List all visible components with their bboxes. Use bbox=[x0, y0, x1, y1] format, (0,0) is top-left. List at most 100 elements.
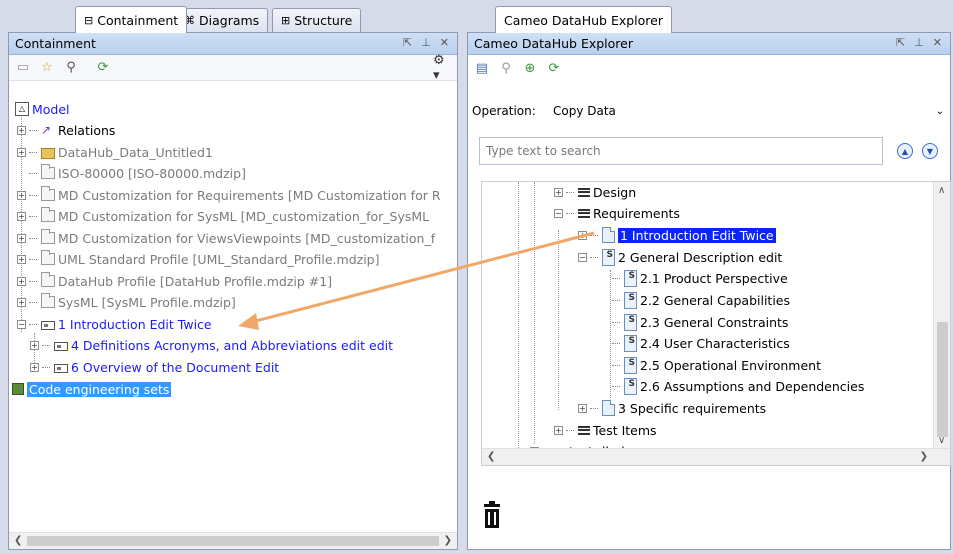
tree-item-code-engineering[interactable]: Code engineering sets bbox=[12, 379, 172, 399]
settings-gear-icon[interactable]: ⚙ ▾ bbox=[433, 53, 449, 83]
tab-diagrams[interactable]: ⌘ Diagrams bbox=[175, 8, 269, 32]
expand-toggle[interactable]: + bbox=[17, 276, 26, 286]
tree-item-uml-standard[interactable]: + UML Standard Profile [UML_Standard_Pro… bbox=[17, 249, 380, 269]
explorer-item-2-6[interactable]: S 2.6 Assumptions and Dependencies bbox=[612, 376, 864, 396]
explorer-item-specific[interactable]: + 3 Specific requirements bbox=[578, 398, 766, 418]
collapse-toggle[interactable]: − bbox=[554, 208, 563, 218]
scroll-left-icon[interactable]: ❮ bbox=[487, 451, 495, 462]
search-icon[interactable]: ⚲ bbox=[63, 60, 79, 76]
expand-toggle[interactable]: + bbox=[17, 211, 26, 221]
scroll-up-icon[interactable]: ∧ bbox=[938, 185, 945, 196]
tree-item-md-sysml[interactable]: + MD Customization for SysML [MD_customi… bbox=[17, 206, 429, 226]
tree-connector bbox=[29, 237, 37, 239]
expand-toggle[interactable]: + bbox=[578, 403, 587, 413]
tree-guide-line bbox=[534, 182, 535, 444]
tree-item-definitions[interactable]: + 4 Definitions Acronyms, and Abbreviati… bbox=[30, 335, 393, 355]
tab-containment[interactable]: ⊟ Containment bbox=[75, 6, 188, 33]
tree-connector bbox=[29, 280, 37, 282]
tree-item-md-views[interactable]: + MD Customization for ViewsViewpoints [… bbox=[17, 228, 435, 248]
explorer-item-requirements[interactable]: − Requirements bbox=[554, 203, 680, 223]
explorer-item-label: 2 General Description edit bbox=[618, 249, 783, 265]
search-previous-icon[interactable]: ▲ bbox=[897, 143, 913, 159]
explorer-item-2-1[interactable]: S 2.1 Product Perspective bbox=[612, 268, 788, 288]
search-placeholder: Type text to search bbox=[486, 144, 601, 158]
explorer-item-2-5[interactable]: S 2.5 Operational Environment bbox=[612, 355, 821, 375]
sync-icon[interactable]: ⟳ bbox=[546, 60, 562, 76]
undock-icon[interactable]: ⇱ bbox=[896, 36, 905, 49]
explorer-item-2-3[interactable]: S 2.3 General Constraints bbox=[612, 312, 788, 332]
database-icon[interactable]: ▤ bbox=[474, 60, 490, 76]
package-icon bbox=[41, 207, 55, 222]
close-icon[interactable]: ✕ bbox=[933, 36, 942, 49]
expand-toggle[interactable]: + bbox=[17, 254, 26, 264]
search-input[interactable]: Type text to search bbox=[479, 137, 883, 165]
expand-toggle[interactable]: + bbox=[554, 425, 563, 435]
tab-structure[interactable]: ⊞ Structure bbox=[272, 8, 362, 32]
collapse-toggle[interactable]: − bbox=[17, 319, 26, 329]
expand-toggle[interactable]: + bbox=[17, 147, 26, 157]
tab-label: Cameo DataHub Explorer bbox=[504, 12, 663, 28]
explorer-tree-area: + Design − Requirements + 1 Introduction… bbox=[481, 181, 951, 466]
expand-toggle[interactable]: + bbox=[554, 187, 563, 197]
scroll-right-icon[interactable]: ❯ bbox=[920, 451, 928, 462]
add-icon[interactable]: ⊕ bbox=[522, 60, 538, 76]
expand-toggle[interactable]: + bbox=[17, 190, 26, 200]
containment-hscrollbar[interactable]: ❮ ❯ bbox=[9, 532, 457, 549]
tree-connector bbox=[29, 323, 37, 325]
scroll-down-icon[interactable]: ∨ bbox=[938, 435, 945, 446]
explorer-hscrollbar[interactable]: ❮ ❯ bbox=[482, 448, 950, 465]
explorer-item-general-description[interactable]: − S 2 General Description edit bbox=[578, 247, 782, 267]
list-icon bbox=[578, 425, 590, 435]
tree-item-datahub-data[interactable]: + DataHub_Data_Untitled1 bbox=[17, 142, 213, 162]
pin-icon[interactable]: ⊥ bbox=[421, 36, 431, 49]
explorer-item-2-4[interactable]: S 2.4 User Characteristics bbox=[612, 333, 790, 353]
tab-datahub-explorer[interactable]: Cameo DataHub Explorer bbox=[495, 6, 672, 33]
collapse-toggle[interactable]: − bbox=[578, 252, 587, 262]
panel-title: Containment bbox=[15, 36, 96, 51]
scroll-thumb[interactable] bbox=[27, 536, 439, 546]
scroll-right-icon[interactable]: ❯ bbox=[444, 535, 452, 546]
containment-panel: Containment ⇱ ⊥ ✕ ▭ ☆ ⚲ ⟳ ⚙ ▾ △ Model + … bbox=[8, 32, 458, 550]
requirement-icon bbox=[54, 341, 68, 351]
star-icon[interactable]: ☆ bbox=[39, 60, 55, 76]
pin-icon[interactable]: ⊥ bbox=[914, 36, 924, 49]
explorer-item-design[interactable]: + Design bbox=[554, 182, 636, 202]
scroll-thumb[interactable] bbox=[937, 322, 948, 437]
tree-item-datahub-profile[interactable]: + DataHub Profile [DataHub Profile.mdzip… bbox=[17, 271, 332, 291]
explorer-item-test-items[interactable]: + Test Items bbox=[554, 420, 657, 440]
tree-connector bbox=[29, 215, 37, 217]
tree-item-sysml[interactable]: + SysML [SysML Profile.mdzip] bbox=[17, 292, 236, 312]
explorer-vscrollbar[interactable]: ∧ ∨ bbox=[933, 182, 950, 448]
expand-toggle[interactable]: + bbox=[578, 230, 587, 240]
sync-icon[interactable]: ⟳ bbox=[95, 60, 111, 76]
expand-toggle[interactable]: + bbox=[30, 362, 39, 372]
tree-connector bbox=[29, 258, 37, 260]
tree-item-introduction[interactable]: − 1 Introduction Edit Twice bbox=[17, 314, 212, 334]
open-icon[interactable]: ▭ bbox=[15, 60, 31, 76]
right-tab-bar: Cameo DataHub Explorer bbox=[465, 0, 953, 33]
tree-item-overview[interactable]: + 6 Overview of the Document Edit bbox=[30, 357, 279, 377]
tree-connector bbox=[566, 429, 574, 431]
search-next-icon[interactable]: ▼ bbox=[922, 143, 938, 159]
trash-icon[interactable] bbox=[482, 501, 502, 529]
tree-item-model[interactable]: △ Model bbox=[15, 99, 70, 119]
explorer-item-2-2[interactable]: S 2.2 General Capabilities bbox=[612, 290, 790, 310]
expand-toggle[interactable]: + bbox=[30, 340, 39, 350]
tree-item-iso80000[interactable]: ISO-80000 [ISO-80000.mdzip] bbox=[29, 163, 246, 183]
expand-toggle[interactable]: + bbox=[17, 125, 26, 135]
tree-connector bbox=[42, 366, 50, 368]
tree-item-label: MD Customization for Requirements [MD Cu… bbox=[58, 187, 441, 203]
tree-item-md-req[interactable]: + MD Customization for Requirements [MD … bbox=[17, 185, 441, 205]
expand-toggle[interactable]: + bbox=[17, 297, 26, 307]
scroll-left-icon[interactable]: ❮ bbox=[14, 535, 22, 546]
tree-item-label: 1 Introduction Edit Twice bbox=[58, 316, 212, 332]
tree-item-label: Code engineering sets bbox=[27, 381, 172, 397]
operation-dropdown[interactable]: Copy Data ⌄ bbox=[547, 98, 948, 124]
close-icon[interactable]: ✕ bbox=[440, 36, 449, 49]
tree-item-relations[interactable]: + ↗ Relations bbox=[17, 120, 115, 140]
expand-toggle[interactable]: + bbox=[17, 233, 26, 243]
undock-icon[interactable]: ⇱ bbox=[403, 36, 412, 49]
explorer-item-introduction[interactable]: + 1 Introduction Edit Twice bbox=[578, 225, 776, 245]
search-icon[interactable]: ⚲ bbox=[498, 60, 514, 76]
package-icon bbox=[41, 250, 55, 265]
